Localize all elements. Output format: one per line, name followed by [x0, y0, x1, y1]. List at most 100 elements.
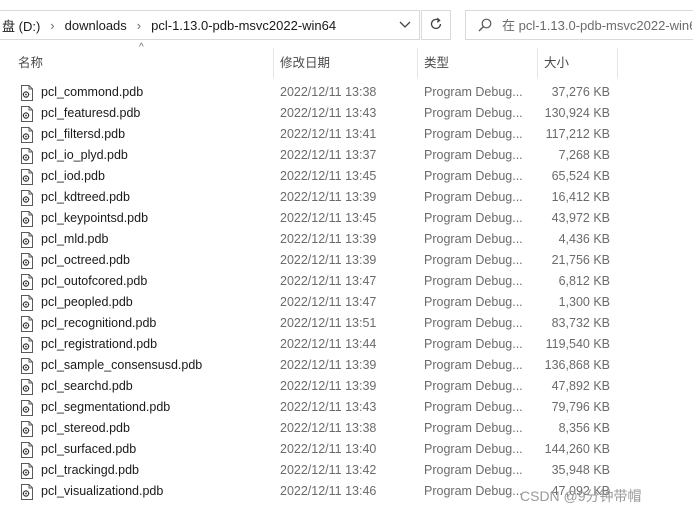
file-date: 2022/12/11 13:42	[280, 463, 377, 477]
chevron-down-icon[interactable]	[397, 17, 413, 33]
file-date: 2022/12/11 13:44	[280, 337, 377, 351]
breadcrumb-separator-icon[interactable]: ›	[129, 18, 149, 33]
file-row[interactable]: pcl_mld.pdb 2022/12/11 13:39 Program Deb…	[0, 229, 693, 250]
pdb-file-icon	[20, 399, 34, 416]
file-type: Program Debug...	[424, 337, 523, 351]
breadcrumb-downloads[interactable]: downloads	[63, 18, 129, 33]
column-header-size[interactable]: 大小	[538, 48, 616, 78]
file-row[interactable]: pcl_stereod.pdb 2022/12/11 13:38 Program…	[0, 418, 693, 439]
file-type: Program Debug...	[424, 442, 523, 456]
file-name-cell[interactable]: pcl_visualizationd.pdb	[20, 481, 163, 502]
pdb-file-icon	[20, 231, 34, 248]
file-name-cell[interactable]: pcl_sample_consensusd.pdb	[20, 355, 202, 376]
file-name-cell[interactable]: pcl_mld.pdb	[20, 229, 108, 250]
file-name-cell[interactable]: pcl_commond.pdb	[20, 82, 143, 103]
file-name-cell[interactable]: pcl_kdtreed.pdb	[20, 187, 130, 208]
file-row[interactable]: pcl_trackingd.pdb 2022/12/11 13:42 Progr…	[0, 460, 693, 481]
file-name-cell[interactable]: pcl_peopled.pdb	[20, 292, 133, 313]
breadcrumb: 盘 (D:) › downloads › pcl-1.13.0-pdb-msvc…	[0, 16, 338, 35]
file-row[interactable]: pcl_searchd.pdb 2022/12/11 13:39 Program…	[0, 376, 693, 397]
pdb-file-icon	[20, 420, 34, 437]
file-row[interactable]: pcl_keypointsd.pdb 2022/12/11 13:45 Prog…	[0, 208, 693, 229]
file-date: 2022/12/11 13:51	[280, 316, 377, 330]
file-row[interactable]: pcl_peopled.pdb 2022/12/11 13:47 Program…	[0, 292, 693, 313]
file-name-cell[interactable]: pcl_trackingd.pdb	[20, 460, 139, 481]
file-row[interactable]: pcl_iod.pdb 2022/12/11 13:45 Program Deb…	[0, 166, 693, 187]
file-row[interactable]: pcl_octreed.pdb 2022/12/11 13:39 Program…	[0, 250, 693, 271]
file-row[interactable]: pcl_recognitiond.pdb 2022/12/11 13:51 Pr…	[0, 313, 693, 334]
address-bar[interactable]: 盘 (D:) › downloads › pcl-1.13.0-pdb-msvc…	[0, 10, 420, 40]
file-date: 2022/12/11 13:45	[280, 169, 377, 183]
file-name-cell[interactable]: pcl_outofcored.pdb	[20, 271, 147, 292]
file-date: 2022/12/11 13:45	[280, 211, 377, 225]
file-name-cell[interactable]: pcl_iod.pdb	[20, 166, 105, 187]
search-box[interactable]	[465, 10, 693, 40]
file-name-cell[interactable]: pcl_keypointsd.pdb	[20, 208, 148, 229]
file-name-cell[interactable]: pcl_recognitiond.pdb	[20, 313, 156, 334]
file-row[interactable]: pcl_segmentationd.pdb 2022/12/11 13:43 P…	[0, 397, 693, 418]
column-header-name[interactable]: 名称	[12, 48, 272, 78]
file-row[interactable]: pcl_sample_consensusd.pdb 2022/12/11 13:…	[0, 355, 693, 376]
refresh-button[interactable]	[421, 10, 451, 40]
file-name: pcl_recognitiond.pdb	[41, 316, 157, 330]
file-type: Program Debug...	[424, 148, 523, 162]
file-row[interactable]: pcl_io_plyd.pdb 2022/12/11 13:37 Program…	[0, 145, 693, 166]
column-divider[interactable]	[617, 48, 618, 78]
file-size: 21,756 KB	[551, 253, 610, 267]
file-type: Program Debug...	[424, 211, 523, 225]
file-size: 79,796 KB	[551, 400, 610, 414]
file-size: 83,732 KB	[551, 316, 610, 330]
file-row[interactable]: pcl_commond.pdb 2022/12/11 13:38 Program…	[0, 82, 693, 103]
file-name: pcl_filtersd.pdb	[41, 127, 126, 141]
file-type: Program Debug...	[424, 106, 523, 120]
file-row[interactable]: pcl_surfaced.pdb 2022/12/11 13:40 Progra…	[0, 439, 693, 460]
file-date: 2022/12/11 13:39	[280, 232, 377, 246]
file-date: 2022/12/11 13:39	[280, 253, 377, 267]
column-header-date[interactable]: 修改日期	[274, 48, 416, 78]
file-name-cell[interactable]: pcl_registrationd.pdb	[20, 334, 157, 355]
file-name-cell[interactable]: pcl_octreed.pdb	[20, 250, 130, 271]
file-type: Program Debug...	[424, 190, 523, 204]
file-name-cell[interactable]: pcl_surfaced.pdb	[20, 439, 136, 460]
pdb-file-icon	[20, 462, 34, 479]
file-name: pcl_segmentationd.pdb	[41, 400, 171, 414]
search-icon	[478, 18, 492, 32]
file-date: 2022/12/11 13:39	[280, 190, 377, 204]
pdb-file-icon	[20, 210, 34, 227]
file-row[interactable]: pcl_filtersd.pdb 2022/12/11 13:41 Progra…	[0, 124, 693, 145]
watermark: CSDN @9分钟带帽	[520, 488, 642, 504]
pdb-file-icon	[20, 315, 34, 332]
file-type: Program Debug...	[424, 169, 523, 183]
file-name-cell[interactable]: pcl_featuresd.pdb	[20, 103, 140, 124]
breadcrumb-current-folder[interactable]: pcl-1.13.0-pdb-msvc2022-win64	[149, 18, 338, 33]
file-size: 43,972 KB	[551, 211, 610, 225]
file-size: 119,540 KB	[545, 337, 610, 351]
pdb-file-icon	[20, 378, 34, 395]
file-row[interactable]: pcl_outofcored.pdb 2022/12/11 13:47 Prog…	[0, 271, 693, 292]
pdb-file-icon	[20, 189, 34, 206]
file-list: pcl_commond.pdb 2022/12/11 13:38 Program…	[0, 82, 693, 502]
file-date: 2022/12/11 13:47	[280, 274, 377, 288]
file-name-cell[interactable]: pcl_segmentationd.pdb	[20, 397, 170, 418]
file-row[interactable]: pcl_featuresd.pdb 2022/12/11 13:43 Progr…	[0, 103, 693, 124]
file-row[interactable]: pcl_kdtreed.pdb 2022/12/11 13:39 Program…	[0, 187, 693, 208]
file-date: 2022/12/11 13:43	[280, 106, 377, 120]
file-type: Program Debug...	[424, 85, 523, 99]
column-header-type[interactable]: 类型	[418, 48, 536, 78]
file-name: pcl_sample_consensusd.pdb	[41, 358, 203, 372]
file-name: pcl_io_plyd.pdb	[41, 148, 128, 162]
search-input[interactable]	[502, 17, 692, 33]
column-header-row: 名称 修改日期 类型 大小	[0, 48, 693, 78]
file-name: pcl_searchd.pdb	[41, 379, 133, 393]
file-name-cell[interactable]: pcl_filtersd.pdb	[20, 124, 125, 145]
file-name: pcl_keypointsd.pdb	[41, 211, 149, 225]
breadcrumb-separator-icon[interactable]: ›	[42, 18, 62, 33]
file-name-cell[interactable]: pcl_searchd.pdb	[20, 376, 133, 397]
file-type: Program Debug...	[424, 421, 523, 435]
file-row[interactable]: pcl_registrationd.pdb 2022/12/11 13:44 P…	[0, 334, 693, 355]
breadcrumb-drive[interactable]: 盘 (D:)	[0, 16, 42, 35]
file-size: 37,276 KB	[551, 85, 610, 99]
file-name: pcl_registrationd.pdb	[41, 337, 158, 351]
file-name-cell[interactable]: pcl_io_plyd.pdb	[20, 145, 128, 166]
file-name-cell[interactable]: pcl_stereod.pdb	[20, 418, 130, 439]
